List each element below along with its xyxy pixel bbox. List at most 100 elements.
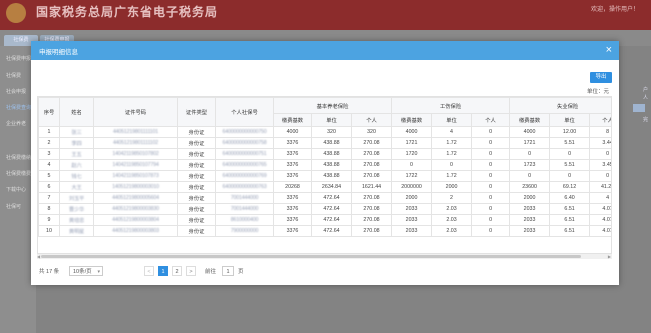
table-cell: 5.51 (549, 159, 591, 171)
scroll-right-icon[interactable]: ▶ (608, 254, 611, 259)
table-cell: 472.64 (311, 192, 352, 204)
table-cell: 7001444000 (215, 192, 274, 204)
table-cell: 438.88 (311, 148, 352, 160)
table-cell: 2000 (391, 192, 433, 204)
table-cell: 赵六 (59, 159, 94, 171)
scrollbar-thumb[interactable] (41, 255, 581, 258)
table-cell: 1721 (509, 137, 551, 149)
table-cell: 44051219800005604 (93, 192, 178, 204)
export-button[interactable]: 导出 (590, 72, 612, 83)
table-cell: 0 (471, 170, 511, 182)
table-cell: 曹少华 (59, 203, 94, 215)
table-cell: 7 (38, 192, 60, 204)
table-cell: 0 (589, 170, 611, 182)
table-cell: 6400000000000769 (215, 170, 274, 182)
sub-header-unit: 单位 (549, 113, 591, 127)
table-cell: 270.08 (350, 203, 393, 215)
table-row[interactable]: 5 钱七 14042119850107873 身份证 6400000000000769 3… (38, 170, 611, 182)
table-row[interactable]: 9 黄培忠 44051219800003804 身份证 8610000400 3376 47… (38, 214, 611, 226)
table-cell: 2634.84 (311, 181, 352, 193)
table-cell: 12.00 (549, 126, 591, 138)
dialog-title: 申报明细信息 (39, 49, 78, 56)
bg-right-text-2: 人 (642, 95, 648, 101)
goto-page-input[interactable]: 1 (222, 266, 234, 276)
table-cell: 7900000000 (215, 225, 274, 237)
table-cell: 1.72 (431, 148, 473, 160)
table-row[interactable]: 6 大王 14051219800003010 身份证 6400000000000763 2… (38, 181, 611, 193)
table-cell: 2033 (509, 203, 551, 215)
bg-side-item-8[interactable]: 下载中心 (6, 186, 26, 193)
bg-side-item-9[interactable]: 社保可 (6, 203, 21, 210)
table-cell: 44051219800003830 (93, 203, 178, 215)
bg-side-item-5[interactable]: 企业养老 (6, 120, 26, 127)
table-body: 1 张三 44051219801111101 身份证 6400000000000750 4… (38, 126, 611, 237)
bg-right-button[interactable] (633, 104, 645, 112)
table-cell: 69.12 (549, 181, 591, 193)
table-cell: 6.51 (549, 214, 591, 226)
table-cell: 4 (38, 159, 60, 171)
sub-header-unit: 单位 (311, 113, 352, 127)
page-button-1[interactable]: 1 (158, 266, 168, 276)
table-cell: 0 (471, 192, 511, 204)
table-cell: 8 (589, 126, 611, 138)
table-row[interactable]: 1 张三 44051219801111101 身份证 6400000000000750 4… (38, 126, 611, 138)
scroll-left-icon[interactable]: ◀ (37, 254, 40, 259)
next-page-button[interactable]: > (186, 266, 196, 276)
table-cell: 4000 (509, 126, 551, 138)
sub-header-base: 缴费基数 (509, 113, 551, 127)
table-cell: 4000 (391, 126, 433, 138)
prev-page-button[interactable]: < (144, 266, 154, 276)
table-cell: 2000 (431, 181, 473, 193)
table-row[interactable]: 8 曹少华 44051219800003830 身份证 7001444000 3376 47… (38, 203, 611, 215)
table-cell: 6400000000000765 (215, 159, 274, 171)
goto-label: 前往 (205, 269, 217, 275)
table-cell: 3376 (273, 203, 312, 215)
bg-side-item-6[interactable]: 社保费缴纳 (6, 154, 31, 161)
table-cell: 身份证 (177, 225, 216, 237)
group-header-pension: 基本养老保险 (272, 97, 393, 114)
table-cell: 0 (471, 214, 511, 226)
table-cell: 472.64 (311, 214, 352, 226)
col-header-name: 姓名 (59, 97, 94, 127)
page-size-select[interactable]: 10条/页 ▾ (69, 266, 103, 276)
table-cell: 472.64 (311, 203, 352, 215)
table-cell: 2.03 (431, 225, 473, 237)
table-cell: 3 (38, 148, 60, 160)
group-header-injury: 工伤保险 (391, 97, 511, 114)
table-cell: 2033 (391, 225, 433, 237)
site-title: 国家税务总局广东省电子税务局 (36, 5, 219, 19)
horizontal-scrollbar[interactable]: ◀ ▶ (37, 254, 612, 259)
detail-table-container[interactable]: 序号 姓名 证件号码 证件类型 个人社保号 基本养老保险 工伤保险 失业保险 基… (37, 96, 612, 254)
table-cell: 身份证 (177, 148, 216, 160)
table-cell: 3376 (273, 137, 312, 149)
goto-unit: 页 (238, 269, 244, 275)
bg-side-item-4[interactable]: 社保费查询 (6, 104, 31, 111)
table-cell: 钱七 (59, 170, 94, 182)
table-cell: 1.72 (431, 170, 473, 182)
table-cell: 7001444000 (215, 203, 274, 215)
close-icon[interactable]: × (606, 43, 612, 57)
tax-emblem-icon (6, 3, 26, 23)
table-row[interactable]: 10 黄明星 44051219800003803 身份证 7900000000 3376 4… (38, 225, 611, 237)
group-header-unemployment: 失业保险 (509, 97, 611, 114)
table-cell: 3376 (273, 170, 312, 182)
table-row[interactable]: 2 李四 44051219801111102 身份证 6400000000000758 3… (38, 137, 611, 149)
sub-header-base: 缴费基数 (273, 113, 312, 127)
welcome-text: 欢迎，操作用户！ (590, 7, 639, 13)
bg-side-item-3[interactable]: 社会申报 (6, 88, 26, 95)
table-cell: 44051219800003803 (93, 225, 178, 237)
table-cell: 6.40 (549, 192, 591, 204)
table-cell: 身份证 (177, 159, 216, 171)
table-row[interactable]: 3 王五 14042119850107802 身份证 6400000000000751 3… (38, 148, 611, 160)
table-row[interactable]: 7 刘玉平 44051219800005604 身份证 7001444000 3376 47… (38, 192, 611, 204)
bg-side-item-2[interactable]: 社保费 (6, 72, 21, 79)
table-cell: 44051219800003804 (93, 214, 178, 226)
page-button-2[interactable]: 2 (172, 266, 182, 276)
table-cell: 身份证 (177, 181, 216, 193)
table-cell: 身份证 (177, 192, 216, 204)
table-cell: 1 (38, 126, 60, 138)
bg-side-item-1[interactable]: 社保费申报 (6, 55, 31, 62)
page-size-value: 10条/页 (73, 269, 92, 275)
table-row[interactable]: 4 赵六 14042119850107794 身份证 6400000000000765 3… (38, 159, 611, 171)
bg-side-item-7[interactable]: 社保费缴费 (6, 170, 31, 177)
